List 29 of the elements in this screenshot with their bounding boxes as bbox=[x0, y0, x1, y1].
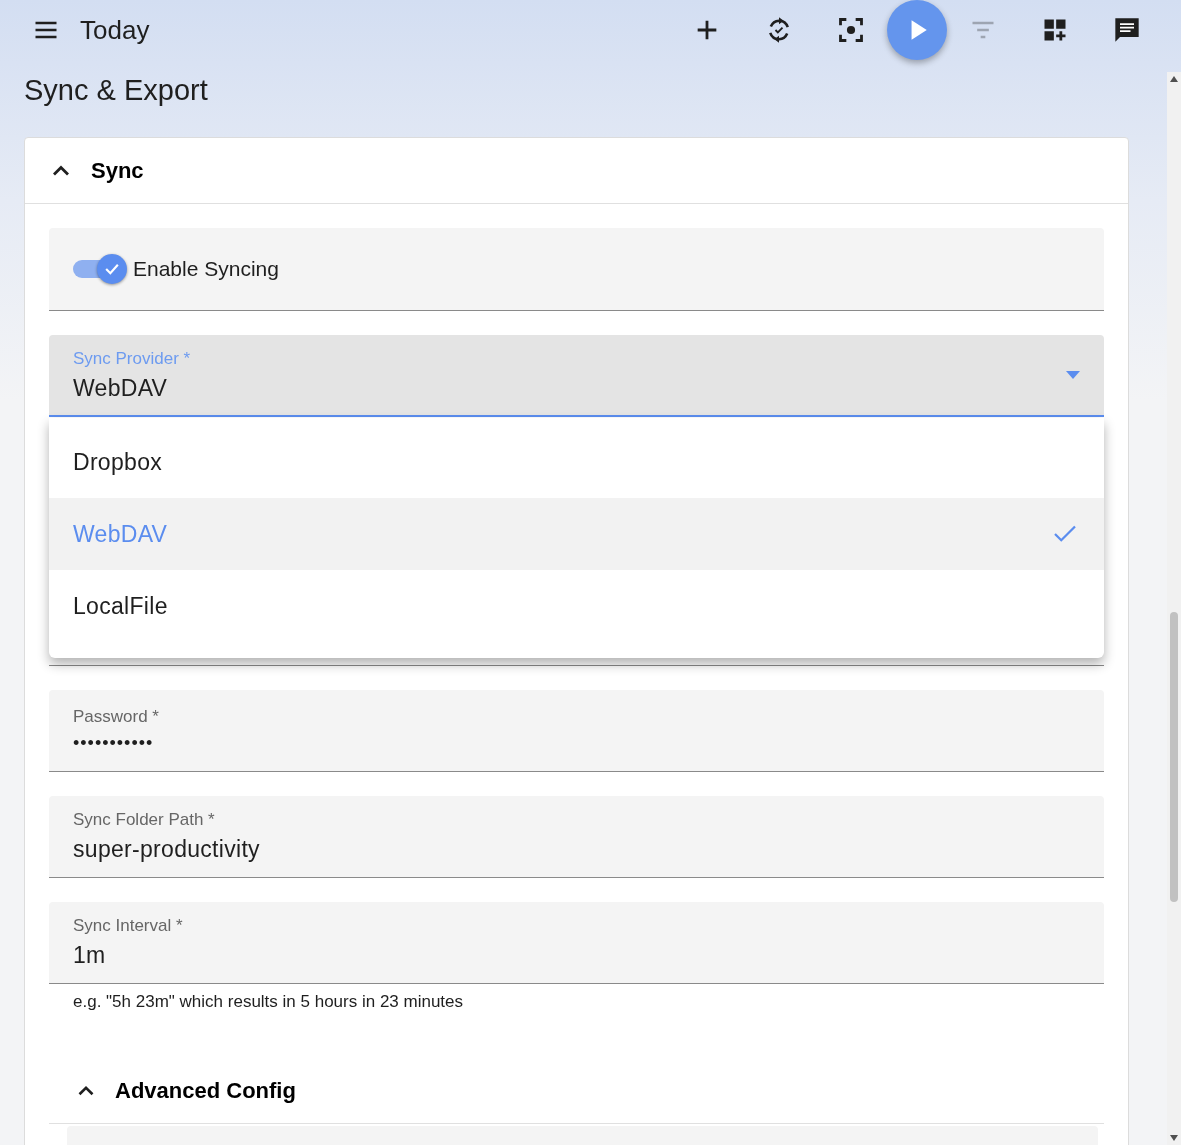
menu-option[interactable]: LocalFile bbox=[49, 570, 1104, 642]
chat-icon bbox=[1113, 16, 1141, 44]
scroll-down-arrow-icon[interactable] bbox=[1170, 1135, 1178, 1141]
scrollbar-thumb[interactable] bbox=[1170, 612, 1178, 902]
field-label: Password * bbox=[73, 707, 160, 727]
section-header[interactable]: Advanced Config bbox=[49, 1058, 1104, 1124]
app-title: Today bbox=[80, 14, 151, 46]
field-value: 1m bbox=[73, 942, 107, 969]
scrollbar[interactable] bbox=[1167, 72, 1181, 1145]
input-field[interactable]: Sync Interval * 1m bbox=[49, 902, 1104, 984]
menu-option[interactable]: Dropbox bbox=[49, 426, 1104, 498]
select-field[interactable]: Sync Provider * WebDAV bbox=[49, 335, 1104, 417]
field-label: Sync Provider * bbox=[73, 348, 192, 369]
toggle-label: Enable Syncing bbox=[133, 257, 279, 281]
field-value: super-productivity bbox=[73, 836, 261, 863]
panel-header[interactable]: Sync bbox=[25, 138, 1128, 204]
toggle-switch[interactable] bbox=[73, 253, 129, 285]
scroll-up-arrow-icon[interactable] bbox=[1170, 76, 1178, 82]
page-title: Sync & Export bbox=[24, 74, 209, 107]
password-field[interactable]: Password * ••••••••••• bbox=[49, 690, 1104, 772]
input-field[interactable]: Sync Folder Path * super-productivity bbox=[49, 796, 1104, 878]
field-label: Sync Interval * bbox=[73, 916, 184, 936]
field-value: WebDAV bbox=[73, 374, 169, 402]
focus-icon bbox=[837, 16, 865, 44]
field-label: Sync Folder Path * bbox=[73, 810, 216, 830]
field-value: ••••••••••• bbox=[73, 733, 155, 754]
hint-text: e.g. "5h 23m" which results in 5 hours in 23 minutes bbox=[72, 992, 465, 1012]
caret-icon bbox=[1066, 371, 1080, 379]
play-button[interactable] bbox=[887, 0, 947, 60]
